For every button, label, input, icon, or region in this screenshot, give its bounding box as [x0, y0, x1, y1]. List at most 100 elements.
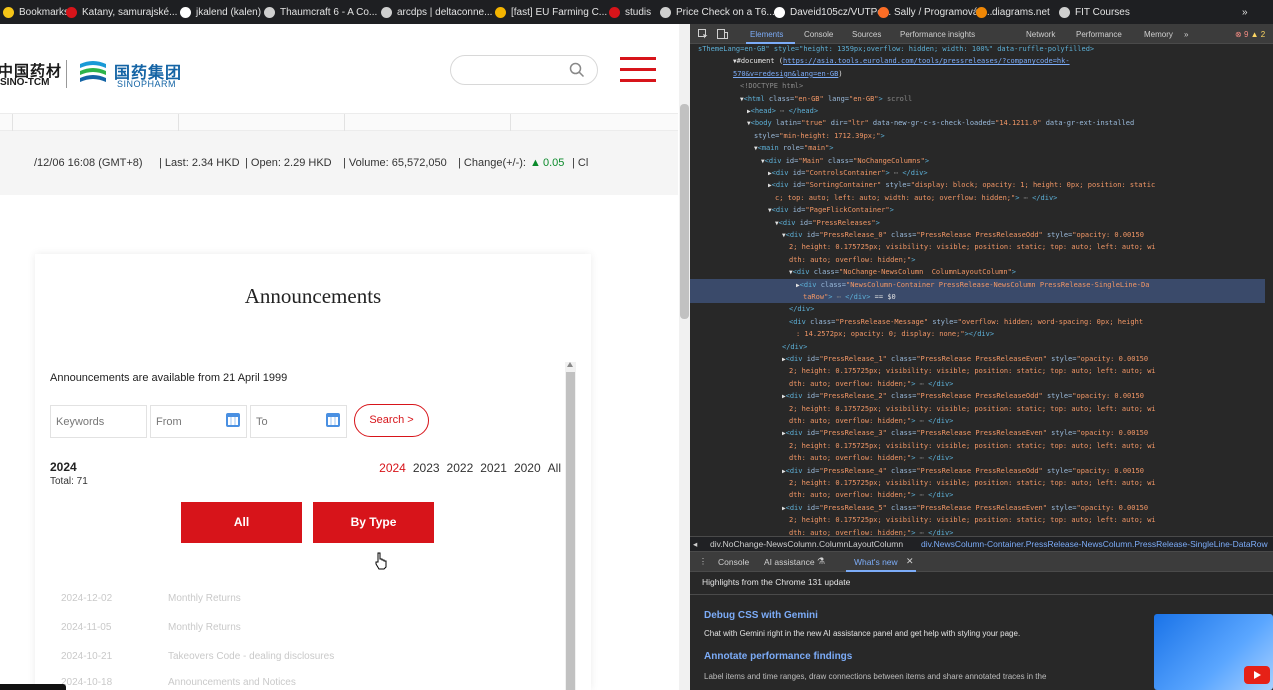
- devtools-tab[interactable]: Console: [804, 30, 833, 39]
- inspect-element-icon[interactable]: [698, 29, 708, 39]
- bookmark-item[interactable]: Thaumcraft 6 - A Co...: [264, 6, 377, 18]
- devtools-tab[interactable]: Sources: [852, 30, 881, 39]
- devtools-tab[interactable]: Performance insights: [900, 30, 975, 39]
- bookmarks-overflow-button[interactable]: »: [1242, 6, 1248, 18]
- dom-node-line[interactable]: ▼<main role="main">: [690, 142, 1265, 154]
- dom-node-line[interactable]: ▼<body latin="true" dir="ltr" data-new-g…: [690, 117, 1265, 129]
- dom-node-line[interactable]: : 14.2572px; opacity: 0; display: none;"…: [690, 328, 1265, 340]
- drawer-tab-console[interactable]: Console: [718, 557, 749, 567]
- dom-node-line[interactable]: dth: auto; overflow: hidden;"> ⋯ </div>: [690, 415, 1265, 427]
- dom-node-line[interactable]: dth: auto; overflow: hidden;"> ⋯ </div>: [690, 489, 1265, 501]
- year-link[interactable]: 2023: [413, 461, 440, 475]
- bookmark-item[interactable]: Bookmarks: [3, 6, 69, 18]
- dom-node-line[interactable]: ▶<div class="NewsColumn-Container PressR…: [690, 278, 1265, 291]
- menu-hamburger-icon[interactable]: [620, 57, 656, 83]
- feature-title-gemini[interactable]: Debug CSS with Gemini: [704, 610, 818, 621]
- list-item[interactable]: 2024-10-18 Announcements and Notices: [61, 677, 296, 688]
- dom-node-line[interactable]: </div>: [690, 303, 1265, 315]
- announcement-title[interactable]: Monthly Returns: [168, 622, 241, 633]
- dom-node-line[interactable]: ▶<div id="ControlsContainer"> ⋯ </div>: [690, 167, 1265, 179]
- breadcrumb-item[interactable]: div.NoChange-NewsColumn.ColumnLayoutColu…: [710, 539, 903, 549]
- breadcrumb-item-selected[interactable]: div.NewsColumn-Container.PressRelease-Ne…: [921, 539, 1268, 549]
- youtube-play-icon[interactable]: [1244, 666, 1270, 684]
- list-item[interactable]: 2024-12-02 Monthly Returns: [61, 593, 241, 604]
- device-toolbar-icon[interactable]: [717, 29, 728, 39]
- year-link[interactable]: 2020: [514, 461, 541, 475]
- devtools-tab[interactable]: Elements: [750, 30, 783, 39]
- bookmark-item[interactable]: arcdps | deltaconne...: [381, 6, 492, 18]
- dom-node-line[interactable]: ▶<div id="PressRelease_2" class="PressRe…: [690, 390, 1265, 402]
- year-link[interactable]: 2022: [447, 461, 474, 475]
- year-link[interactable]: 2024: [379, 461, 406, 475]
- announcement-title[interactable]: Monthly Returns: [168, 593, 241, 604]
- devtools-tab[interactable]: »: [1184, 30, 1188, 39]
- dom-node-line[interactable]: 2; height: 0.175725px; visibility: visib…: [690, 403, 1265, 415]
- bookmark-item[interactable]: Daveid105cz/VUTPo...: [774, 6, 891, 18]
- page-scrollbar-thumb[interactable]: [680, 104, 689, 319]
- devtools-tab[interactable]: Performance: [1076, 30, 1122, 39]
- calendar-icon[interactable]: [326, 413, 340, 427]
- dom-node-line[interactable]: ▼#document (https://asia.tools.euroland.…: [690, 55, 1265, 67]
- sino-tcm-logo-en[interactable]: SINO-TCM: [0, 77, 49, 88]
- dom-node-line[interactable]: ▶<div id="PressRelease_4" class="PressRe…: [690, 465, 1265, 477]
- dom-node-line[interactable]: ▶<div id="PressRelease_5" class="PressRe…: [690, 502, 1265, 514]
- breadcrumb-back-icon[interactable]: ◂: [693, 539, 697, 550]
- dom-node-line[interactable]: 2; height: 0.175725px; visibility: visib…: [690, 440, 1265, 452]
- search-button[interactable]: Search >: [354, 404, 429, 437]
- scroll-up-icon[interactable]: [567, 362, 573, 367]
- bookmark-item[interactable]: Katany, samurajské...: [66, 6, 177, 18]
- dom-node-line[interactable]: 2; height: 0.175725px; visibility: visib…: [690, 514, 1265, 526]
- dom-node-line[interactable]: ▶<div id="PressRelease_1" class="PressRe…: [690, 353, 1265, 365]
- dom-node-line[interactable]: ▼<div id="Main" class="NoChangeColumns">: [690, 155, 1265, 167]
- bookmark-item[interactable]: diagrams.net: [976, 6, 1050, 18]
- dom-node-line[interactable]: ▶<div id="SortingContainer" style="displ…: [690, 179, 1265, 191]
- devtools-tab[interactable]: Memory: [1144, 30, 1173, 39]
- dom-node-line[interactable]: dth: auto; overflow: hidden;"> ⋯ </div>: [690, 452, 1265, 464]
- calendar-icon[interactable]: [226, 413, 240, 427]
- dom-node-line[interactable]: 570&v=redesign&lang=en-GB): [690, 68, 1265, 80]
- site-search-input[interactable]: [450, 55, 598, 85]
- drawer-tab-whats-new[interactable]: What's new: [854, 557, 898, 567]
- keywords-input[interactable]: Keywords: [50, 405, 147, 438]
- list-item[interactable]: 2024-11-05 Monthly Returns: [61, 622, 241, 633]
- dom-node-line[interactable]: dth: auto; overflow: hidden;"> ⋯ </div>: [690, 378, 1265, 390]
- dom-node-line[interactable]: 2; height: 0.175725px; visibility: visib…: [690, 241, 1265, 253]
- by-type-button[interactable]: By Type: [313, 502, 434, 543]
- year-link[interactable]: 2021: [480, 461, 507, 475]
- dom-node-line[interactable]: dth: auto; overflow: hidden;"> ⋯ </div>: [690, 527, 1265, 536]
- drawer-menu-icon[interactable]: ⋮: [699, 557, 707, 566]
- dom-node-line[interactable]: <!DOCTYPE html>: [690, 80, 1265, 92]
- dom-node-line[interactable]: ▼<div id="PressRelease_0" class="PressRe…: [690, 229, 1265, 241]
- dom-node-line[interactable]: ▼<div id="PressReleases">: [690, 217, 1265, 229]
- list-item[interactable]: 2024-10-21 Takeovers Code - dealing discl…: [61, 651, 334, 662]
- bookmark-item[interactable]: FIT Courses: [1059, 6, 1130, 18]
- dom-node-line[interactable]: style="min-height: 1712.39px;">: [690, 130, 1265, 142]
- search-icon[interactable]: [569, 62, 585, 78]
- bookmark-item[interactable]: Price Check on a T6...: [660, 6, 775, 18]
- dom-node-line[interactable]: </div>: [690, 341, 1265, 353]
- announcement-title[interactable]: Announcements and Notices: [168, 677, 296, 688]
- bookmark-item[interactable]: jkalend (kalen): [180, 6, 261, 18]
- dom-node-line[interactable]: <div class="PressRelease-Message" style=…: [690, 316, 1265, 328]
- dom-node-line[interactable]: 2; height: 0.175725px; visibility: visib…: [690, 365, 1265, 377]
- dom-node-line[interactable]: sThemeLang=en-GB" style="height: 1359px;…: [690, 44, 1265, 55]
- from-date-input[interactable]: From: [150, 405, 247, 438]
- page-scrollbar[interactable]: [679, 24, 690, 690]
- dom-node-line[interactable]: ▼<div id="PageFlickContainer">: [690, 204, 1265, 216]
- bookmark-item[interactable]: [fast] EU Farming C...: [495, 6, 607, 18]
- dom-node-line[interactable]: c; top: auto; left: auto; width: auto; o…: [690, 192, 1265, 204]
- devtools-tab[interactable]: Network: [1026, 30, 1055, 39]
- feature-title-annotate[interactable]: Annotate performance findings: [704, 651, 852, 662]
- close-icon[interactable]: ✕: [906, 556, 914, 567]
- all-button[interactable]: All: [181, 502, 302, 543]
- to-date-input[interactable]: To: [250, 405, 347, 438]
- announcement-title[interactable]: Takeovers Code - dealing disclosures: [168, 651, 334, 662]
- sinopharm-logo-en[interactable]: SINOPHARM: [117, 79, 176, 89]
- issue-counters[interactable]: ⊗ 9 ▲ 2: [1235, 30, 1265, 39]
- dom-node-line[interactable]: 2; height: 0.175725px; visibility: visib…: [690, 477, 1265, 489]
- dom-node-line[interactable]: ▼<div class="NoChange-NewsColumn ColumnL…: [690, 266, 1265, 278]
- list-scrollbar-thumb[interactable]: [566, 372, 575, 690]
- dom-node-line[interactable]: ▶<head> ⋯ </head>: [690, 105, 1265, 117]
- dom-node-line[interactable]: dth: auto; overflow: hidden;">: [690, 254, 1265, 266]
- list-scrollbar[interactable]: [565, 362, 576, 690]
